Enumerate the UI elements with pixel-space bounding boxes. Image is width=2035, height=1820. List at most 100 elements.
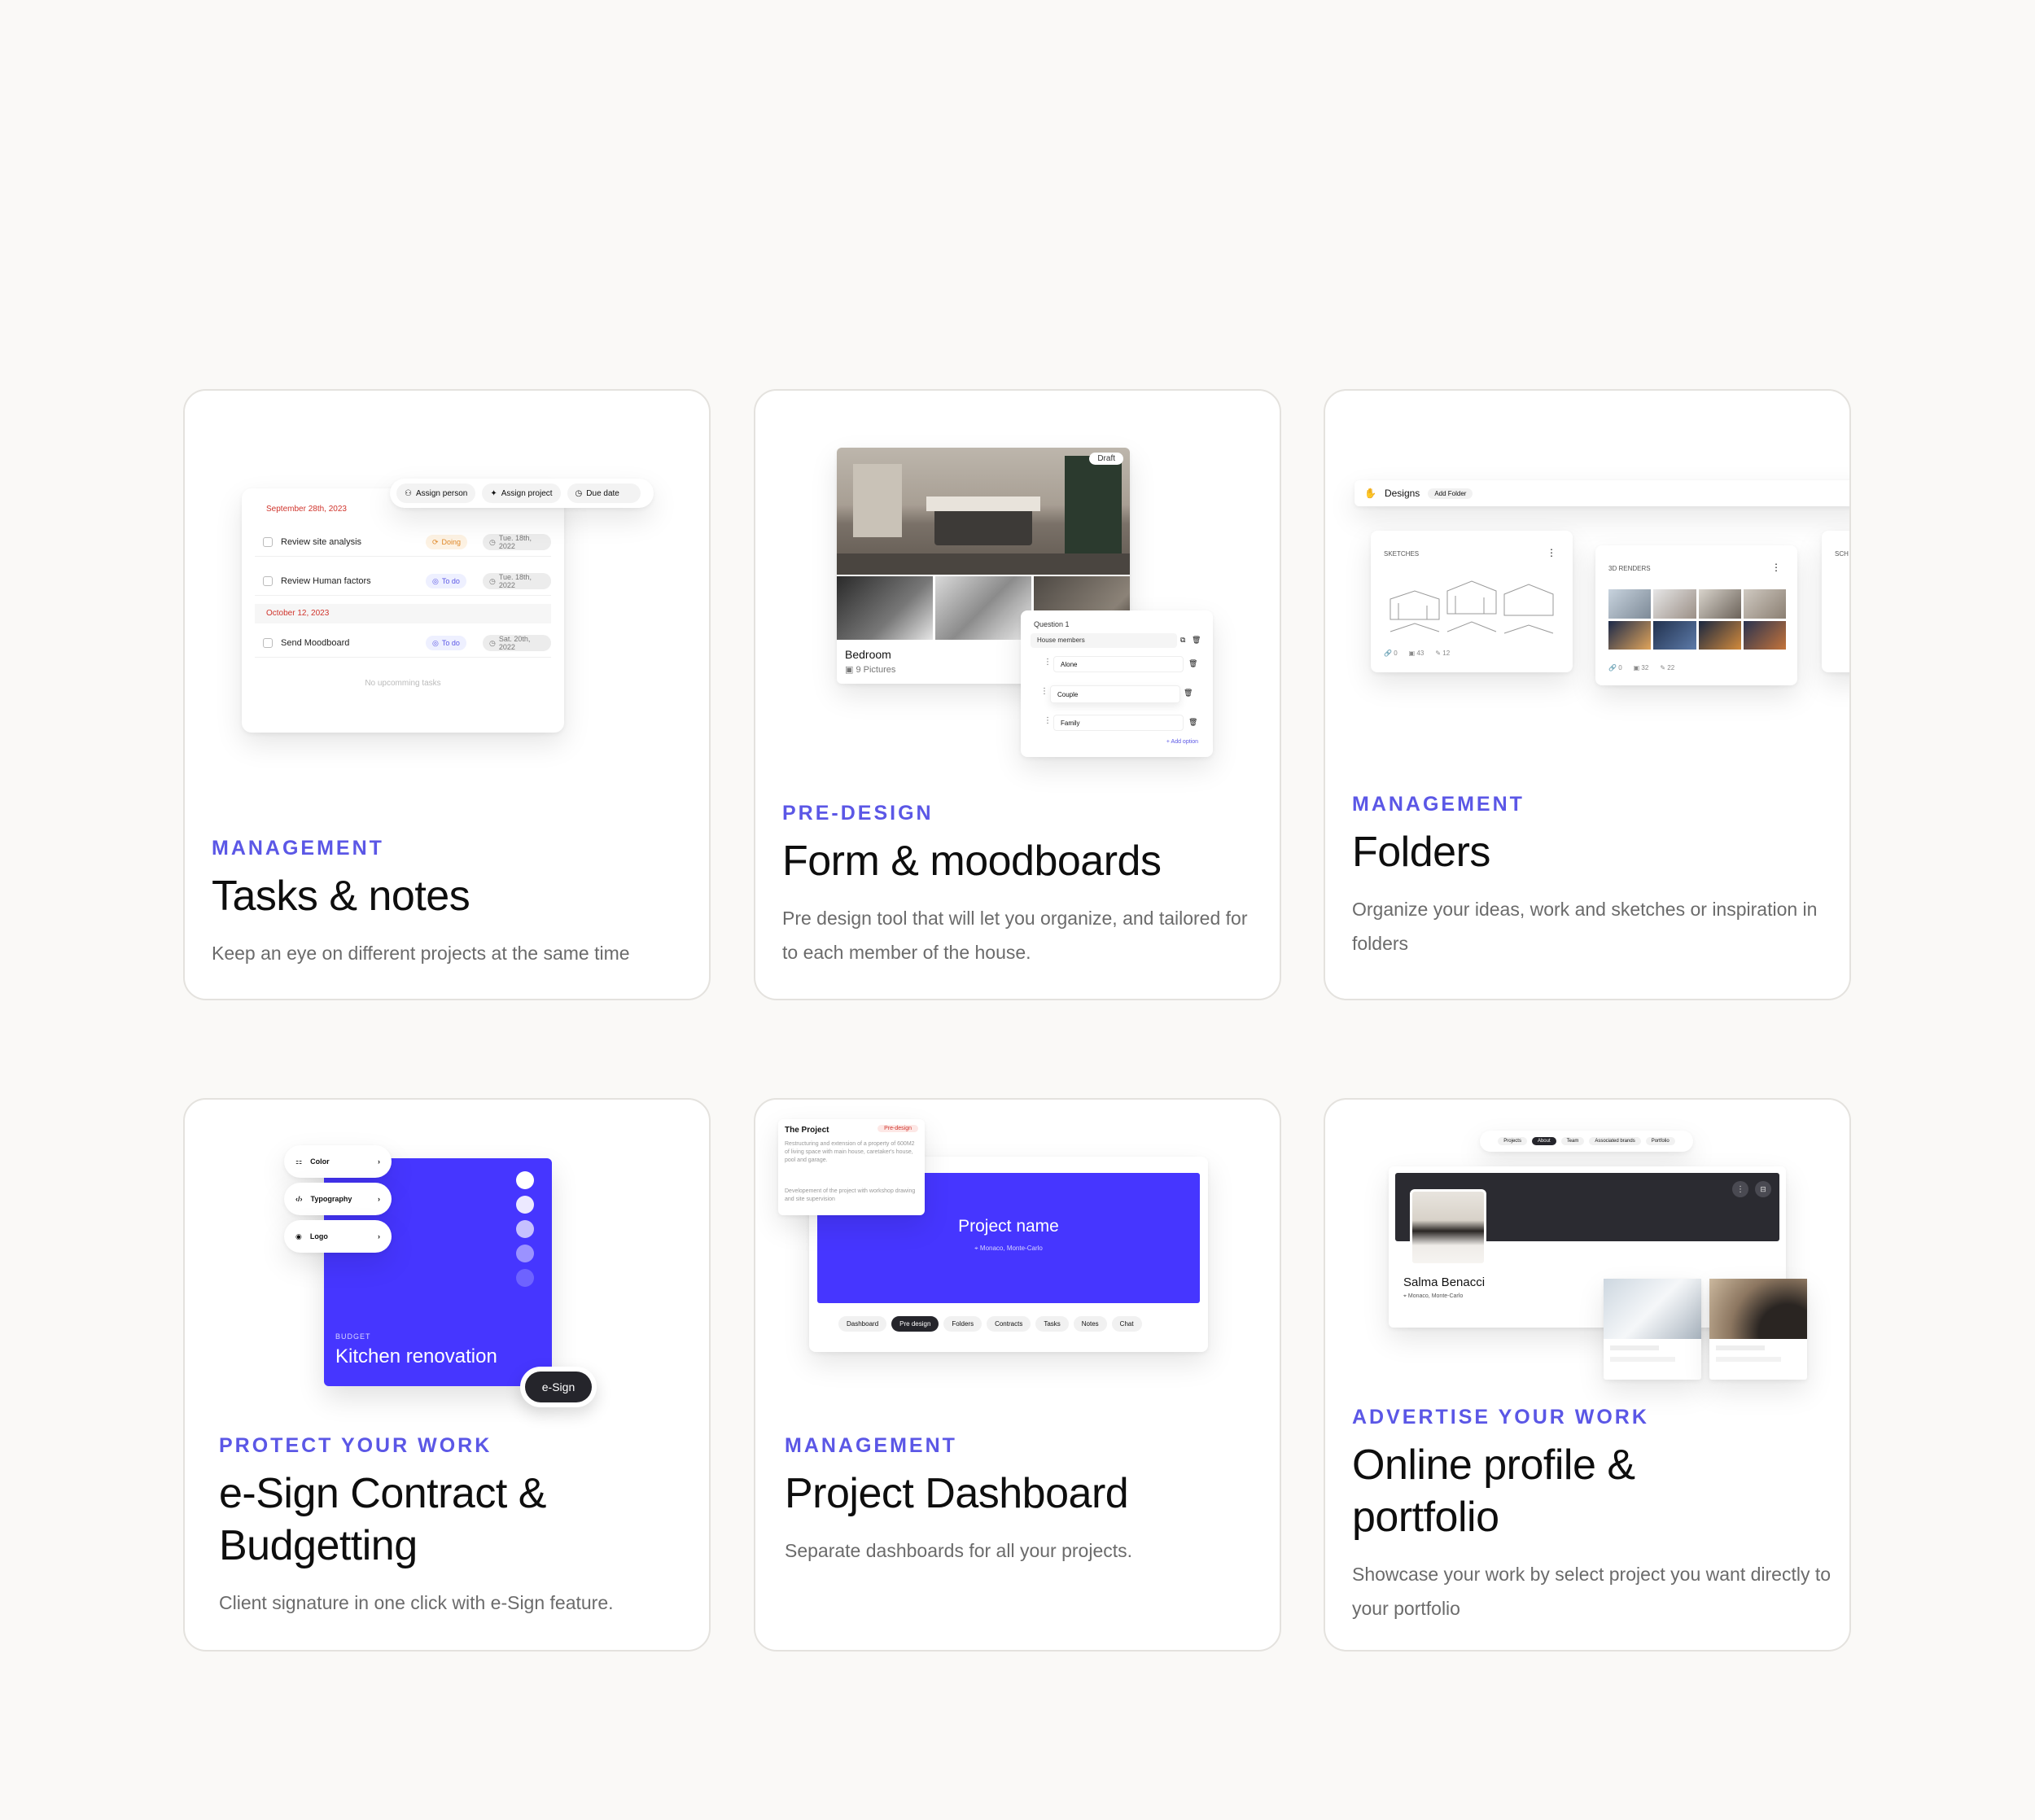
due-date: Sat. 20th, 2022 xyxy=(498,635,531,651)
tab-projects[interactable]: Projects xyxy=(1498,1137,1527,1145)
feature-card-dashboard[interactable]: Project name ⌖ Monaco, Monte-Carlo Dashb… xyxy=(754,1098,1281,1652)
card-title: Tasks & notes xyxy=(212,873,470,920)
feature-card-folders[interactable]: ✋ Designs Add Folder SKETCHES ⋮ 🔗 0 ▣ 43… xyxy=(1324,389,1851,1000)
assign-project-label: Assign project xyxy=(501,488,553,498)
task-row[interactable]: Review site analysis ⟳ Doing ◷ Tue. 18th… xyxy=(255,527,551,557)
code-icon: ‹/› xyxy=(295,1195,303,1203)
more-icon[interactable]: ⋮ xyxy=(1732,1181,1748,1197)
share-icon[interactable]: ⊟ xyxy=(1755,1181,1771,1197)
menu-item-color[interactable]: ⚏ Color › xyxy=(284,1145,392,1178)
link-count: 🔗 0 xyxy=(1608,664,1622,672)
swatch[interactable] xyxy=(516,1245,534,1262)
due-date-button[interactable]: ◷ Due date xyxy=(567,483,641,503)
logo-icon: ◉ xyxy=(295,1232,302,1240)
drag-handle-icon[interactable]: ⋮ xyxy=(1044,658,1052,667)
assign-person-button[interactable]: ⚇ Assign person xyxy=(396,483,476,503)
due-date-pill[interactable]: ◷ Tue. 18th, 2022 xyxy=(483,534,551,550)
budget-label: BUDGET xyxy=(335,1332,371,1341)
more-icon[interactable]: ⋮ xyxy=(1771,562,1781,573)
folder-card[interactable]: SCH xyxy=(1822,531,1849,672)
menu-label: Logo xyxy=(309,1232,328,1240)
thumbnail xyxy=(935,576,1031,640)
swatch[interactable] xyxy=(516,1196,534,1214)
card-description: Client signature in one click with e-Sig… xyxy=(219,1592,614,1613)
folder-card[interactable]: 3D RENDERS ⋮ 🔗 0 ▣ 32 ✎ 22 xyxy=(1595,545,1797,685)
checkbox[interactable] xyxy=(263,536,273,547)
card-title: Online profile & portfolio xyxy=(1352,1442,1635,1541)
esign-button[interactable]: e-Sign xyxy=(520,1367,597,1407)
more-icon[interactable]: ⋮ xyxy=(1547,547,1556,558)
task-row[interactable]: Send Moodboard ◎ To do ◷ Sat. 20th, 2022 xyxy=(255,628,551,658)
option-row[interactable]: Family xyxy=(1053,715,1184,731)
trash-icon[interactable]: 🗑 xyxy=(1188,718,1197,727)
due-date-pill[interactable]: ◷ Sat. 20th, 2022 xyxy=(483,635,551,651)
project-info-title: The Project xyxy=(785,1126,829,1135)
due-date-pill[interactable]: ◷ Tue. 18th, 2022 xyxy=(483,573,551,589)
add-folder-button[interactable]: Add Folder xyxy=(1428,488,1473,499)
option-row[interactable]: Alone xyxy=(1053,656,1184,672)
tab-portfolio[interactable]: Portfolio xyxy=(1645,1137,1675,1145)
trash-icon[interactable]: 🗑 xyxy=(1184,689,1193,698)
card-description: Separate dashboards for all your project… xyxy=(785,1540,1133,1561)
chevron-right-icon: › xyxy=(378,1232,380,1240)
portfolio-item[interactable] xyxy=(1709,1279,1807,1380)
task-label: Review Human factors xyxy=(281,575,371,586)
question-form: Question 1 House members ⧉ 🗑 Alone ⋮ 🗑 C… xyxy=(1021,610,1213,757)
person-icon: ⚇ xyxy=(405,488,412,498)
tab-notes[interactable]: Notes xyxy=(1073,1316,1107,1332)
designs-header: ✋ Designs Add Folder xyxy=(1354,480,1849,506)
option-row[interactable]: Couple xyxy=(1050,685,1180,703)
assign-person-label: Assign person xyxy=(415,488,468,498)
project-name: Project name xyxy=(958,1217,1059,1236)
project-info-text: Developement of the project with worksho… xyxy=(785,1188,916,1202)
dashboard-mockup: Project name ⌖ Monaco, Monte-Carlo Dashb… xyxy=(755,1100,1280,1442)
swatches xyxy=(516,1171,534,1287)
task-row[interactable]: Review Human factors ◎ To do ◷ Tue. 18th… xyxy=(255,567,551,596)
feature-card-esign[interactable]: BUDGET Kitchen renovation ⚏ Color › ‹/› … xyxy=(183,1098,711,1652)
add-option-button[interactable]: + Add option xyxy=(1166,739,1198,745)
swatch[interactable] xyxy=(516,1269,534,1287)
card-description: Keep an eye on different projects at the… xyxy=(212,943,630,964)
tab-pre-design[interactable]: Pre design xyxy=(891,1316,939,1332)
portfolio-item[interactable] xyxy=(1604,1279,1701,1380)
folder-name: 3D RENDERS xyxy=(1608,565,1651,572)
tab-about[interactable]: About xyxy=(1531,1137,1556,1145)
question-field[interactable]: House members xyxy=(1031,633,1177,648)
bedroom-photo xyxy=(837,448,1130,575)
assign-project-button[interactable]: ✦ Assign project xyxy=(482,483,561,503)
portfolio-image xyxy=(1604,1279,1701,1339)
image-icon: ▣ xyxy=(845,665,854,675)
trash-icon[interactable]: 🗑 xyxy=(1188,659,1197,668)
copy-icon[interactable]: ⧉ xyxy=(1180,636,1185,645)
checkbox[interactable] xyxy=(263,637,273,648)
swatch[interactable] xyxy=(516,1171,534,1189)
checkbox[interactable] xyxy=(263,575,273,586)
status-text: Doing xyxy=(441,538,462,546)
menu-item-typography[interactable]: ‹/› Typography › xyxy=(284,1183,392,1215)
draft-badge: Draft xyxy=(1089,453,1123,465)
feature-card-form[interactable]: Draft Bedroom ▣ 9 Pictures Question 1 Ho… xyxy=(754,389,1281,1000)
tab-tasks[interactable]: Tasks xyxy=(1035,1316,1069,1332)
folders-mockup: ✋ Designs Add Folder SKETCHES ⋮ 🔗 0 ▣ 43… xyxy=(1325,391,1849,781)
card-description: Pre design tool that will let you organi… xyxy=(782,908,1248,963)
tab-folders[interactable]: Folders xyxy=(943,1316,982,1332)
question-field-text: House members xyxy=(1037,637,1085,644)
swatch[interactable] xyxy=(516,1220,534,1238)
task-label: Review site analysis xyxy=(281,536,362,547)
tab-associated-brands[interactable]: Associated brands xyxy=(1589,1137,1641,1145)
tab-dashboard[interactable]: Dashboard xyxy=(838,1316,887,1332)
tab-contracts[interactable]: Contracts xyxy=(987,1316,1031,1332)
feature-card-tasks[interactable]: September 28th, 2023 Review site analysi… xyxy=(183,389,711,1000)
trash-icon[interactable]: 🗑 xyxy=(1192,636,1201,645)
drag-handle-icon[interactable]: ⋮ xyxy=(1040,687,1048,696)
render-thumbnails xyxy=(1608,589,1786,650)
folder-card[interactable]: SKETCHES ⋮ 🔗 0 ▣ 43 ✎ 12 xyxy=(1371,531,1573,672)
feature-card-profile[interactable]: Projects About Team Associated brands Po… xyxy=(1324,1098,1851,1652)
stage-badge: Pre-design xyxy=(877,1125,918,1132)
tab-team[interactable]: Team xyxy=(1560,1137,1585,1145)
menu-item-logo[interactable]: ◉ Logo › xyxy=(284,1220,392,1253)
drag-handle-icon[interactable]: ⋮ xyxy=(1044,716,1052,725)
folder-name: SKETCHES xyxy=(1384,550,1420,558)
tab-chat[interactable]: Chat xyxy=(1111,1316,1142,1332)
project-title: Kitchen renovation xyxy=(335,1345,497,1367)
